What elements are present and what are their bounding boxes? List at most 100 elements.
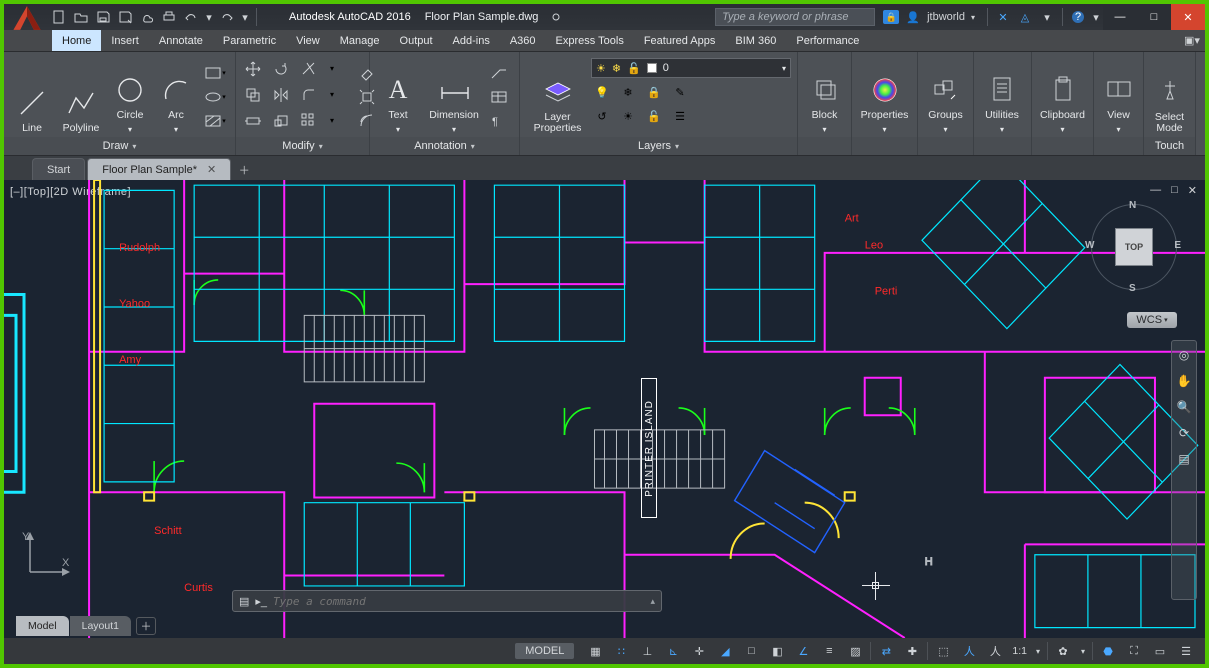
viewcube[interactable]: TOP N E S W xyxy=(1091,204,1177,290)
status-lwt-icon[interactable]: ≡ xyxy=(816,640,842,662)
autocad-logo-icon[interactable] xyxy=(10,1,44,35)
trim-dd-icon[interactable]: ▾ xyxy=(326,59,338,79)
status-isoplane-icon[interactable]: ◢ xyxy=(712,640,738,662)
ellipse-icon[interactable]: ▾ xyxy=(204,87,226,107)
tab-manage[interactable]: Manage xyxy=(330,30,390,51)
help-search-input[interactable]: Type a keyword or phrase xyxy=(715,8,875,26)
qat-open-icon[interactable] xyxy=(71,7,91,27)
tab-addins[interactable]: Add-ins xyxy=(443,30,500,51)
nav-showmotion-icon[interactable]: ▤ xyxy=(1175,449,1193,469)
trim-icon[interactable] xyxy=(298,59,320,79)
tab-bim360[interactable]: BIM 360 xyxy=(725,30,786,51)
tab-view[interactable]: View xyxy=(286,30,330,51)
status-space-button[interactable]: MODEL xyxy=(515,643,574,659)
close-tab-icon[interactable]: ✕ xyxy=(207,163,216,176)
exchange-icon[interactable]: ✕ xyxy=(993,7,1013,27)
command-line[interactable]: ▤ ▸_ ▴ xyxy=(232,590,662,612)
stretch-icon[interactable] xyxy=(242,111,264,131)
filetab-add-button[interactable]: ＋ xyxy=(233,160,255,180)
qat-save-icon[interactable] xyxy=(93,7,113,27)
layer-match-icon[interactable]: ✎ xyxy=(669,82,691,102)
command-recent-icon[interactable]: ▴ xyxy=(650,596,655,607)
a360-icon[interactable]: ◬ xyxy=(1015,7,1035,27)
qat-saveas-icon[interactable] xyxy=(115,7,135,27)
qat-dropdown-icon[interactable]: ▾ xyxy=(203,7,215,27)
layer-prev-icon[interactable]: ↺ xyxy=(591,106,613,126)
status-grid-icon[interactable]: ▦ xyxy=(582,640,608,662)
nav-pan-icon[interactable]: ✋ xyxy=(1175,371,1193,391)
tab-output[interactable]: Output xyxy=(390,30,443,51)
status-otrack-icon[interactable]: ∠ xyxy=(790,640,816,662)
layer-thaw-icon[interactable]: ☀ xyxy=(617,106,639,126)
qat-undo-icon[interactable] xyxy=(181,7,201,27)
arc-button[interactable]: Arc▾ xyxy=(154,58,198,136)
compass-n[interactable]: N xyxy=(1129,200,1136,211)
layout-tab-model[interactable]: Model xyxy=(16,616,69,636)
layer-lock2-icon[interactable]: 🔒 xyxy=(643,82,665,102)
nav-wheel-icon[interactable]: ◎ xyxy=(1175,345,1193,365)
ribbon-expand-icon[interactable]: ▣▾ xyxy=(1179,30,1205,51)
layer-unlock-icon[interactable]: 🔓 xyxy=(643,106,665,126)
compass-e[interactable]: E xyxy=(1174,240,1181,251)
status-3dosnap-icon[interactable]: ◧ xyxy=(764,640,790,662)
select-mode-button[interactable]: Select Mode xyxy=(1150,58,1189,136)
qat-plot-icon[interactable] xyxy=(159,7,179,27)
view-button[interactable]: View▾ xyxy=(1100,58,1137,136)
array-icon[interactable] xyxy=(298,111,320,131)
command-history-icon[interactable]: ▤ xyxy=(239,595,249,608)
status-scale-label[interactable]: 1:1 xyxy=(1008,645,1031,657)
status-cleanscreen-icon[interactable]: ▭ xyxy=(1147,640,1173,662)
signin-area[interactable]: 🔒 👤 jtbworld ▾ xyxy=(883,10,975,24)
status-iso-icon[interactable]: ⛶ xyxy=(1121,640,1147,662)
modify-panel-title[interactable]: Modify xyxy=(282,140,314,152)
tab-express-tools[interactable]: Express Tools xyxy=(546,30,634,51)
status-cycling-icon[interactable]: ⇄ xyxy=(873,640,899,662)
rotate-icon[interactable] xyxy=(270,59,292,79)
groups-button[interactable]: Groups▾ xyxy=(924,58,967,136)
titlebar-dropdown-icon[interactable]: ▾ xyxy=(1037,7,1057,27)
layer-off-icon[interactable]: 💡 xyxy=(591,82,613,102)
navigation-bar[interactable]: ◎ ✋ 🔍 ⟳ ▤ xyxy=(1171,340,1197,600)
status-ds-icon[interactable]: 人 xyxy=(956,640,982,662)
line-button[interactable]: Line xyxy=(10,58,54,136)
help-dropdown-icon[interactable]: ▾ xyxy=(1090,7,1102,27)
drawing-canvas[interactable]: [–][Top][2D Wireframe] — □ ✕ xyxy=(4,180,1205,638)
viewcube-face[interactable]: TOP xyxy=(1115,228,1153,266)
window-minimize-button[interactable]: — xyxy=(1103,4,1137,30)
qat-new-icon[interactable] xyxy=(49,7,69,27)
help-icon[interactable]: ? xyxy=(1068,7,1088,27)
layer-properties-button[interactable]: Layer Properties xyxy=(526,58,589,136)
block-button[interactable]: Block▾ xyxy=(804,58,845,136)
status-qp-icon[interactable]: ⬚ xyxy=(930,640,956,662)
qat-cloud-icon[interactable] xyxy=(137,7,157,27)
layer-dropdown[interactable]: ☀ ❄ 🔓 0 ▾ xyxy=(591,58,791,78)
polyline-button[interactable]: Polyline xyxy=(56,58,106,136)
layout-tab-layout1[interactable]: Layout1 xyxy=(70,616,131,636)
draw-panel-title[interactable]: Draw xyxy=(103,140,129,152)
tab-insert[interactable]: Insert xyxy=(101,30,149,51)
status-infer-icon[interactable]: ⊥ xyxy=(634,640,660,662)
status-scale-dd-icon[interactable]: ▾ xyxy=(1031,640,1045,662)
status-transparency-icon[interactable]: ▨ xyxy=(842,640,868,662)
layout-add-button[interactable]: ＋ xyxy=(136,617,156,635)
qat-dropdown2-icon[interactable]: ▾ xyxy=(239,7,251,27)
nav-zoom-icon[interactable]: 🔍 xyxy=(1175,397,1193,417)
circle-button[interactable]: Circle▾ xyxy=(108,58,152,136)
compass-w[interactable]: W xyxy=(1085,240,1094,251)
window-close-button[interactable]: ✕ xyxy=(1171,4,1205,30)
nav-orbit-icon[interactable]: ⟳ xyxy=(1175,423,1193,443)
qat-redo-icon[interactable] xyxy=(217,7,237,27)
annotation-panel-title[interactable]: Annotation xyxy=(414,140,467,152)
tab-featured-apps[interactable]: Featured Apps xyxy=(634,30,726,51)
tab-parametric[interactable]: Parametric xyxy=(213,30,286,51)
hatch-icon[interactable]: ▾ xyxy=(204,111,226,131)
dimension-button[interactable]: Dimension▾ xyxy=(422,58,486,136)
status-customize-icon[interactable]: ☰ xyxy=(1173,640,1199,662)
status-snap-icon[interactable]: ∷ xyxy=(608,640,634,662)
array-dd-icon[interactable]: ▾ xyxy=(326,111,338,131)
fillet-icon[interactable] xyxy=(298,85,320,105)
layers-panel-title[interactable]: Layers xyxy=(638,140,671,152)
text-button[interactable]: AText▾ xyxy=(376,58,420,136)
command-input[interactable] xyxy=(273,595,644,608)
mtext-icon[interactable]: ¶ xyxy=(488,111,510,131)
